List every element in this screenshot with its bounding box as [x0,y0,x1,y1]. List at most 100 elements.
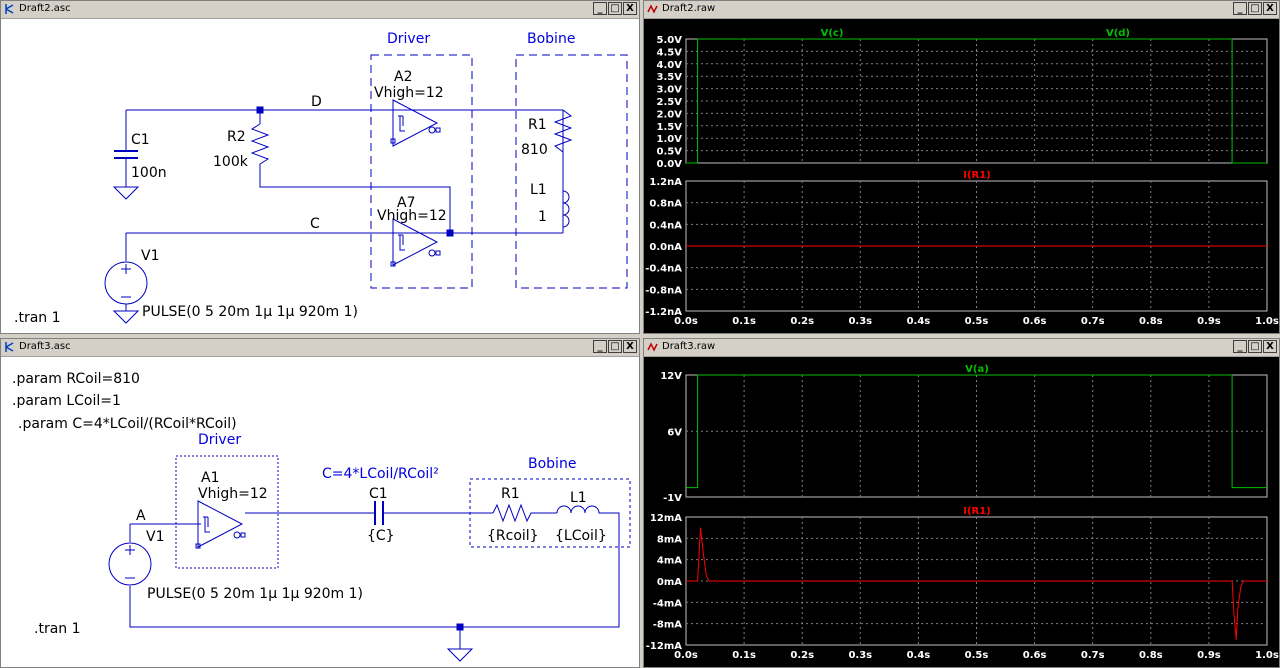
waveform-window-draft3: Draft3.raw _ □ X 12V 6V -1V V(a) 12mA 8mA 4mA 0… [643,338,1280,668]
y-tick-label: 4.5V [657,47,683,58]
schematic-app-icon [5,342,14,352]
minimize-button[interactable]: _ [1233,2,1247,15]
maximize-button[interactable]: □ [1248,340,1262,353]
titlebar[interactable]: Draft2.asc _ □ X [1,1,639,19]
x-tick-label: 0.3s [848,316,872,327]
l1-name: L1 [570,490,587,506]
waveform-plot[interactable]: 12V6V-1VV(a)12mA8mA4mA0mA-4mA-8mA-12mA0.… [644,357,1279,668]
x-tick-label: 0.2s [790,650,814,661]
trace-legend-label: V(a) [965,364,989,375]
junction-dot [256,106,264,114]
schematic-window-draft2: Draft2.asc _ □ X Driver Bobine A2 Vhigh=… [0,0,640,334]
trace-legend-label: I(R1) [963,506,991,517]
waveform-window-draft2: Draft2.raw _ □ X 5.0V 4.5V 4.0V 3.5V 3.0V 2.5… [643,0,1280,334]
driver-label: Driver [198,432,241,448]
x-tick-label: 0.0s [674,316,698,327]
x-tick-label: 0.8s [1139,316,1163,327]
c1-value: 100n [131,165,167,181]
y-tick-label: -0.4nA [645,264,682,275]
r2-name: R2 [227,129,246,145]
y-tick-label: 0mA [657,577,682,588]
r1-value: 810 [521,142,548,158]
a2-name: A2 [394,69,412,85]
window-title: Draft2.asc [19,3,71,14]
driver-label: Driver [387,31,430,47]
x-tick-label: 0.1s [732,316,756,327]
close-button[interactable]: X [1263,2,1277,15]
titlebar[interactable]: Draft3.raw _ □ X [644,339,1279,357]
maximize-button[interactable]: □ [608,340,622,353]
y-tick-label: -4mA [653,598,683,609]
r1-value: {Rcoil} [487,528,539,544]
y-tick-label: 12V [660,371,682,382]
junction-dot [456,623,464,631]
x-tick-label: 0.3s [848,650,872,661]
x-tick-label: 0.6s [1023,316,1047,327]
param-c: .param C=4*LCoil/(RCoil*RCoil) [18,416,237,432]
y-tick-label: 0.4nA [649,220,682,231]
schematic-canvas[interactable]: .param RCoil=810 .param LCoil=1 .param C… [1,357,639,668]
y-tick-label: -0.8nA [645,285,682,296]
y-tick-label: 3.5V [657,72,683,83]
inductor-l1[interactable] [556,505,601,514]
titlebar[interactable]: Draft2.raw _ □ X [644,1,1279,19]
x-tick-label: 0.4s [907,650,931,661]
y-tick-label: 0.8nA [649,199,682,210]
r2-value: 100k [213,154,249,170]
waveform-plot[interactable]: 5.0V4.5V 4.0V3.5V 3.0V2.5V2.0V 1.5V1.0V 0.5V… [644,19,1279,333]
resistor-r2[interactable] [250,123,270,169]
inductor-l1[interactable] [562,190,570,228]
x-tick-label: 1.0s [1255,316,1279,327]
window-title: Draft3.asc [19,341,71,352]
titlebar[interactable]: Draft3.asc _ □ X [1,339,639,357]
schematic-app-icon [5,4,14,14]
tran-directive: .tran 1 [34,621,81,637]
r1-name: R1 [501,486,520,502]
l1-value: 1 [538,209,547,225]
x-tick-label: 0.7s [1081,650,1105,661]
maximize-button[interactable]: □ [608,2,622,15]
maximize-button[interactable]: □ [1248,2,1262,15]
trace-legend-label: I(R1) [963,170,991,181]
bobine-label: Bobine [527,31,575,47]
junction-dot [446,229,454,237]
net-label-d: D [311,94,322,110]
minimize-button[interactable]: _ [1233,340,1247,353]
y-tick-label: 1.5V [657,122,683,133]
window-title: Draft3.raw [662,341,716,352]
v1-value: PULSE(0 5 20m 1µ 1µ 920m 1) [142,304,358,320]
y-tick-label: 1.2nA [649,177,682,188]
a7-value: Vhigh=12 [377,208,447,224]
v1-value: PULSE(0 5 20m 1µ 1µ 920m 1) [147,586,363,602]
schematic-window-draft3: Draft3.asc _ □ X .param RCoil=810 .param… [0,338,640,668]
x-tick-label: 1.0s [1255,650,1279,661]
y-tick-label: 2.5V [657,97,683,108]
x-tick-label: 0.1s [732,650,756,661]
resistor-r1[interactable] [492,503,557,523]
x-tick-label: 0.4s [907,316,931,327]
schematic-canvas[interactable]: Driver Bobine A2 Vhigh=12 A7 Vhigh=12 D … [1,19,639,333]
x-tick-label: 0.9s [1197,650,1221,661]
close-button[interactable]: X [623,2,637,15]
y-tick-label: 4mA [657,556,682,567]
y-tick-label: 8mA [657,534,682,545]
c1-name: C1 [131,132,150,148]
v1-name: V1 [141,248,159,264]
y-tick-label: 1.0V [657,134,683,145]
x-tick-label: 0.2s [790,316,814,327]
a1-name: A1 [201,470,219,486]
r1-name: R1 [528,117,547,133]
close-button[interactable]: X [1263,340,1277,353]
bobine-box [515,54,628,289]
x-tick-label: 0.9s [1197,316,1221,327]
close-button[interactable]: X [623,340,637,353]
bobine-label: Bobine [528,456,576,472]
y-tick-label: -1V [663,493,682,504]
x-tick-label: 0.5s [965,316,989,327]
minimize-button[interactable]: _ [593,340,607,353]
x-tick-label: 0.0s [674,650,698,661]
minimize-button[interactable]: _ [593,2,607,15]
y-tick-label: 0.0V [657,159,683,170]
ground-icon [112,304,140,324]
c1-value: {C} [367,528,395,544]
